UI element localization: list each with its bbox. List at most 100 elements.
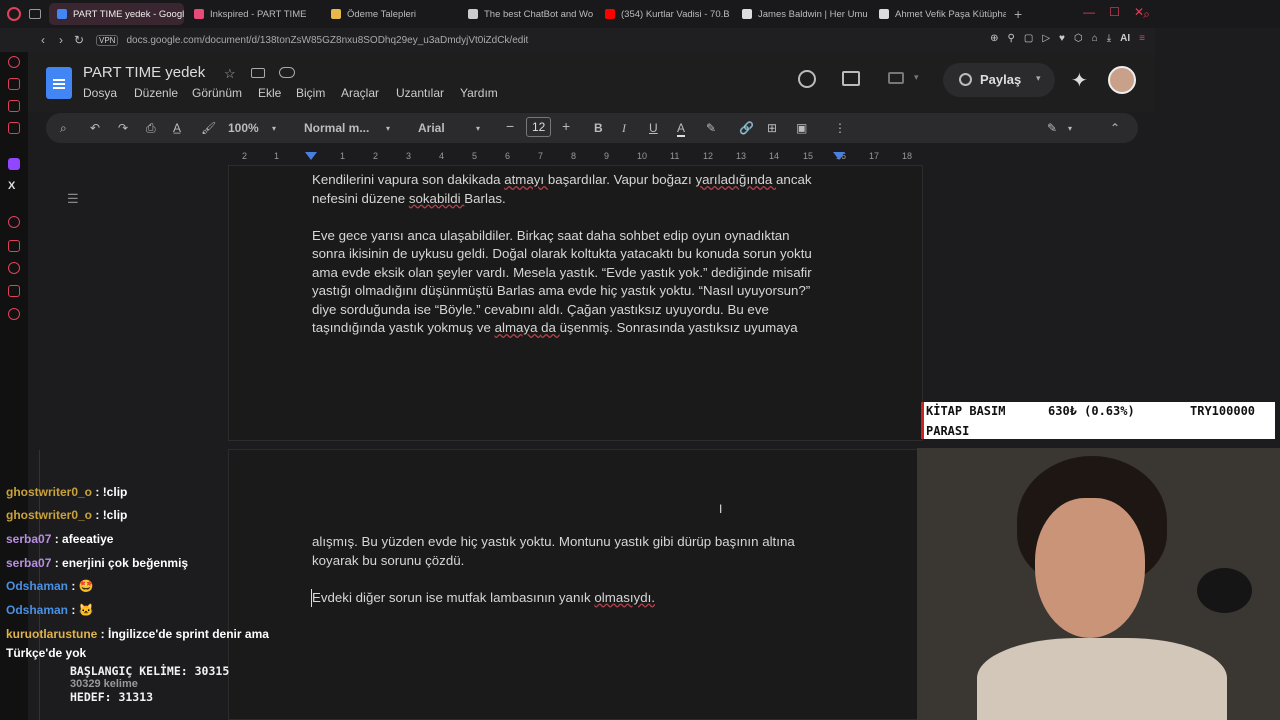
style-dropdown-icon[interactable]: ▾ [386, 124, 390, 133]
zoom-icon[interactable]: ⊕ [990, 33, 998, 44]
zoom-dropdown-icon[interactable]: ▾ [272, 124, 276, 133]
insert-link-icon[interactable]: 🔗 [739, 121, 754, 135]
document-line[interactable]: koyarak bu sorunu çözdü. [312, 552, 852, 571]
browser-tab-5[interactable]: James Baldwin | Her Umu [734, 3, 869, 25]
meet-icon[interactable] [888, 72, 904, 84]
menu-icon[interactable]: ≡ [1139, 33, 1145, 44]
menu-5[interactable]: Araçlar [341, 86, 379, 100]
menu-3[interactable]: Ekle [258, 86, 281, 100]
document-line[interactable] [312, 570, 852, 589]
font-size-input[interactable]: 12 [526, 117, 552, 137]
redo-icon[interactable]: ↷ [118, 121, 128, 135]
hide-menus-icon[interactable]: ⌃ [1110, 121, 1120, 135]
share-button[interactable]: Paylaş ▾ [943, 63, 1055, 97]
zoom-select[interactable]: 100% [228, 121, 259, 135]
chat-username[interactable]: ghostwriter0_o [6, 485, 92, 499]
page-1-text[interactable]: Kendilerini vapura son dakikada atmayı b… [312, 171, 852, 338]
browser-tab-3[interactable]: The best ChatBot and Wo [460, 3, 595, 25]
sidebar-settings-icon[interactable] [8, 308, 20, 320]
browser-tab-4[interactable]: (354) Kurtlar Vadisi - 70.B [597, 3, 732, 25]
meet-dropdown-icon[interactable]: ▾ [914, 72, 919, 83]
browser-tab-1[interactable]: Inkspired - PART TIME [186, 3, 321, 25]
horizontal-ruler[interactable]: 2 1 1 2 3 4 5 6 7 8 9 10 11 12 13 14 15 16 17 18 [228, 149, 923, 165]
page-2-text[interactable]: alışmış. Bu yüzden evde hiç yastık yoktu… [312, 533, 852, 607]
maximize-icon[interactable]: ☐ [1109, 5, 1120, 19]
decrease-font-size-icon[interactable]: − [506, 118, 514, 134]
opera-logo-icon[interactable] [7, 7, 21, 21]
left-indent-marker[interactable] [305, 152, 317, 160]
close-window-icon[interactable]: ✕ [1134, 5, 1144, 19]
text-color-icon[interactable]: A [677, 121, 686, 137]
sidebar-aria-icon[interactable] [8, 78, 20, 90]
heart-icon[interactable]: ♥ [1059, 33, 1065, 44]
print-icon[interactable]: ⎙ [146, 121, 156, 136]
move-folder-icon[interactable] [251, 68, 265, 78]
document-line[interactable] [312, 208, 852, 227]
document-line[interactable]: sonra ikisinin de uykusu geldi. Doğal ol… [312, 245, 852, 264]
browser-tab-6[interactable]: Ahmet Vefik Paşa Kütüpha [871, 3, 1006, 25]
reload-icon[interactable]: ↻ [70, 33, 88, 47]
browser-tab-0[interactable]: PART TIME yedek - Google [49, 3, 184, 25]
document-line[interactable]: Eve gece yarısı anca ulaşabildiler. Birk… [312, 227, 852, 246]
document-line[interactable]: Kendilerini vapura son dakikada atmayı b… [312, 171, 852, 190]
minimize-icon[interactable]: — [1083, 5, 1095, 19]
chat-username[interactable]: kuruotlarustune [6, 627, 97, 641]
star-icon[interactable]: ☆ [224, 66, 236, 82]
play-icon[interactable]: ▷ [1042, 33, 1050, 44]
extensions-icon[interactable]: ⬡ [1074, 33, 1083, 44]
sidebar-extensions-icon[interactable] [8, 285, 20, 297]
browser-tab-2[interactable]: Ödeme Talepleri [323, 3, 458, 25]
sidebar-mail-icon[interactable] [8, 122, 20, 134]
version-history-icon[interactable] [798, 70, 816, 88]
account-avatar[interactable] [1108, 66, 1136, 94]
chat-username[interactable]: serba07 [6, 556, 51, 570]
forward-icon[interactable]: › [52, 33, 70, 47]
pin-icon[interactable]: ⚲ [1008, 33, 1015, 44]
font-select[interactable]: Arial [418, 121, 445, 135]
more-options-icon[interactable]: ⋮ [834, 121, 846, 135]
underline-icon[interactable]: U [649, 121, 658, 135]
docs-logo-icon[interactable] [46, 67, 72, 99]
document-line[interactable]: alışmış. Bu yüzden evde hiç yastık yoktu… [312, 533, 852, 552]
sidebar-pin-icon[interactable] [8, 240, 20, 252]
chat-username[interactable]: Odshaman [6, 603, 68, 617]
snapshot-icon[interactable]: ▢ [1024, 33, 1033, 44]
increase-font-size-icon[interactable]: + [562, 118, 570, 134]
editing-mode-dropdown-icon[interactable]: ▾ [1068, 124, 1072, 133]
bold-icon[interactable]: B [594, 121, 603, 135]
gemini-icon[interactable]: ✦ [1071, 68, 1088, 93]
sidebar-messenger-icon[interactable] [8, 100, 20, 112]
chat-username[interactable]: Odshaman [6, 579, 68, 593]
document-line[interactable]: nefesini düzene sokabildi Barlas. [312, 190, 852, 209]
italic-icon[interactable]: I [622, 121, 626, 136]
menu-0[interactable]: Dosya [83, 86, 117, 100]
sidebar-player-icon[interactable] [8, 216, 20, 228]
cloud-status-icon[interactable] [279, 67, 295, 78]
font-dropdown-icon[interactable]: ▾ [476, 124, 480, 133]
insert-image-icon[interactable]: ▣ [796, 121, 807, 135]
share-dropdown-icon[interactable]: ▾ [1036, 73, 1041, 84]
menu-4[interactable]: Biçim [296, 86, 325, 100]
add-comment-icon[interactable]: ⊞ [767, 121, 777, 135]
chat-username[interactable]: ghostwriter0_o [6, 508, 92, 522]
menu-2[interactable]: Görünüm [192, 86, 242, 100]
search-tabs-icon[interactable]: ⌕ [1143, 7, 1150, 22]
profile-icon[interactable]: ⌂ [1092, 33, 1098, 44]
sidebar-x-icon[interactable]: X [8, 180, 15, 192]
search-menus-icon[interactable]: ⌕ [60, 121, 67, 136]
document-title[interactable]: PART TIME yedek [83, 64, 205, 81]
sidebar-home-icon[interactable] [8, 56, 20, 68]
vpn-badge[interactable]: VPN [96, 34, 119, 46]
style-select[interactable]: Normal m... [304, 121, 369, 135]
editing-mode-icon[interactable]: ✎ [1047, 121, 1057, 135]
right-indent-marker[interactable] [833, 152, 845, 160]
workspaces-icon[interactable] [29, 9, 41, 19]
paint-format-icon[interactable]: 🖌 [201, 121, 216, 135]
document-line[interactable]: taşındığında yastık yokmuş ve almaya da … [312, 319, 852, 338]
new-tab-button[interactable]: + [1014, 6, 1022, 22]
undo-icon[interactable]: ↶ [90, 121, 100, 135]
highlight-icon[interactable]: ✎ [706, 121, 716, 135]
comments-icon[interactable] [842, 71, 860, 86]
url-text[interactable]: docs.google.com/document/d/138tonZsW85GZ… [126, 35, 528, 46]
outline-icon[interactable]: ☰ [67, 191, 79, 207]
